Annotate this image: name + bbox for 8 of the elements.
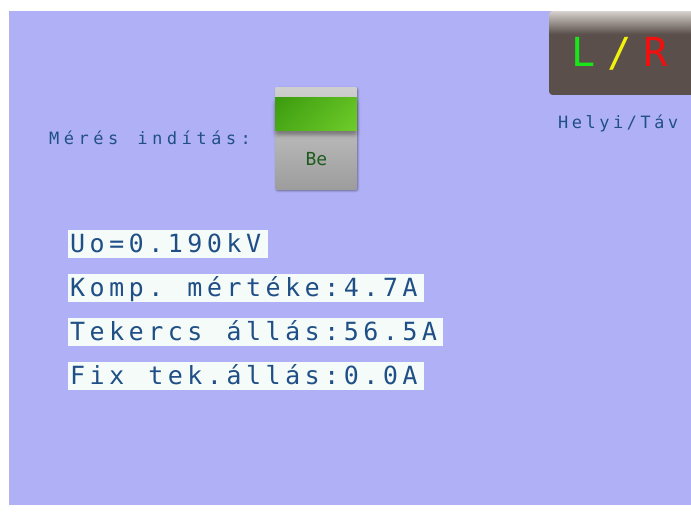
mode-label: Helyi/Táv <box>558 113 683 133</box>
reading-value: Komp. mértéke:4.7A <box>68 274 424 302</box>
local-remote-button[interactable]: L / R <box>549 11 691 95</box>
reading-value: Uo=0.190kV <box>68 230 268 258</box>
reading-value: Tekercs állás:56.5A <box>68 318 444 346</box>
toggle-button[interactable]: Be <box>275 87 358 190</box>
reading-value: Fix tek.állás:0.0A <box>68 362 424 390</box>
start-measurement-label: Mérés indítás: <box>49 128 256 148</box>
